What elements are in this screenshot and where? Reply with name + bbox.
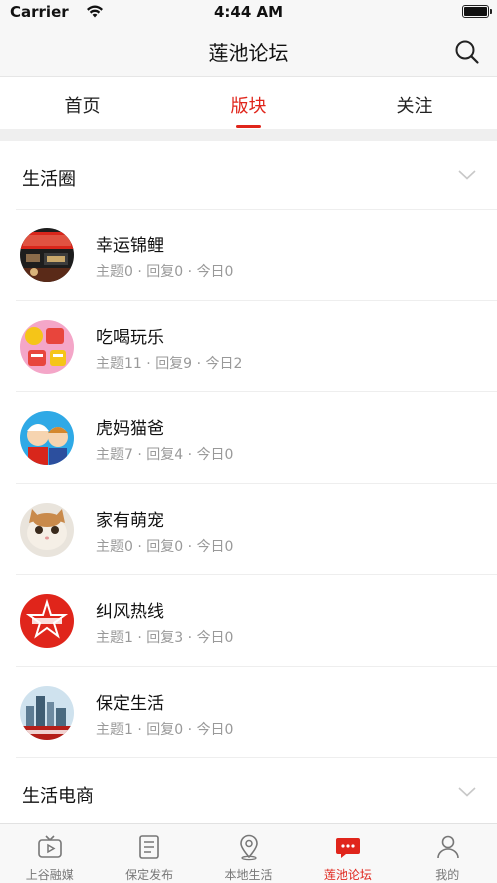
today-count: 今日0: [196, 538, 234, 555]
section-divider: [0, 129, 497, 141]
bottom-tab-bar: 上谷融媒 保定发布 本地生活 莲池论坛 我的: [0, 823, 497, 883]
search-icon[interactable]: [454, 39, 480, 65]
separator: ·: [187, 538, 193, 555]
tab-label: 版块: [230, 96, 267, 117]
forum-name: 吃喝玩乐: [96, 327, 164, 348]
navigation-bar: 莲池论坛: [0, 24, 497, 77]
separator: ·: [137, 538, 142, 555]
reply-count: 回复4: [146, 447, 184, 463]
person-icon: [436, 835, 459, 859]
separator: ·: [146, 355, 151, 372]
forum-name: 幸运锦鲤: [96, 236, 164, 256]
forum-name: 保定生活: [96, 693, 164, 714]
tab-label: 首页: [64, 96, 101, 117]
forum-name: 家有萌宠: [96, 510, 164, 531]
page-title: 莲池论坛: [208, 41, 289, 65]
reply-count: 回复3: [146, 630, 184, 646]
reply-count: 回复9: [155, 355, 193, 372]
tabbar-item-lianchi-forum[interactable]: 莲池论坛: [298, 824, 397, 883]
forum-item-tiger-mom-cat-dad[interactable]: 虎妈猫爸 主题7 · 回复4 · 今日0: [0, 392, 497, 484]
tabbar-label: 本地生活: [224, 868, 273, 882]
clock-label: 4:44 AM: [213, 3, 284, 21]
separator: ·: [196, 355, 202, 372]
separator: ·: [137, 447, 142, 463]
tabbar-item-media[interactable]: 上谷融媒: [0, 824, 99, 883]
forum-stats: 主题0 · 回复0 · 今日0: [96, 536, 233, 556]
location-pin-icon: [239, 834, 258, 861]
forum-stats: 主题11 · 回复9 · 今日2: [96, 353, 242, 373]
forum-item-baoding-life[interactable]: 保定生活 主题1 · 回复0 · 今日0: [0, 667, 497, 758]
separator: ·: [187, 447, 193, 463]
tabbar-label: 莲池论坛: [323, 868, 372, 882]
reply-count: 回复0: [146, 721, 184, 738]
today-count: 今日0: [196, 447, 234, 463]
topic-count: 主题1: [96, 721, 133, 738]
tab-home[interactable]: 首页: [0, 77, 165, 129]
status-bar: Carrier 4:44 AM: [0, 0, 497, 24]
tab-follow[interactable]: 关注: [332, 77, 497, 129]
tv-icon: [38, 835, 62, 858]
tabbar-item-local-life[interactable]: 本地生活: [199, 824, 298, 883]
forum-item-food-fun[interactable]: 吃喝玩乐 主题11 · 回复9 · 今日2: [0, 301, 497, 392]
forum-name: 纠风热线: [96, 602, 164, 622]
section-title: 生活圈: [22, 169, 76, 190]
today-count: 今日2: [205, 355, 243, 372]
tabbar-label: 上谷融媒: [25, 868, 74, 882]
document-list-icon: [139, 835, 160, 859]
forum-item-hotline[interactable]: 纠风热线 主题1 · 回复3 · 今日0: [0, 575, 497, 667]
reply-count: 回复0: [146, 538, 184, 555]
separator: ·: [137, 630, 142, 646]
cat-photo-avatar: [20, 502, 74, 557]
divider: [16, 757, 497, 758]
section-header-life-ecommerce[interactable]: 生活电商: [0, 760, 497, 826]
category-tabs: 首页 版块 关注: [0, 77, 497, 129]
forum-stats: 主题7 · 回复4 · 今日0: [96, 444, 233, 464]
hotline-logo-avatar: [20, 594, 74, 648]
topic-count: 主题1: [96, 630, 133, 646]
separator: ·: [187, 721, 193, 738]
forum-name: 虎妈猫爸: [96, 419, 164, 439]
forum-item-lucky-koi[interactable]: 幸运锦鲤 主题0 · 回复0 · 今日0: [0, 209, 497, 301]
separator: ·: [137, 264, 142, 280]
forum-stats: 主题0 · 回复0 · 今日0: [96, 261, 233, 281]
city-skyline-avatar: [20, 685, 74, 740]
section-header-life-circle[interactable]: 生活圈: [0, 143, 497, 209]
tabbar-label: 保定发布: [125, 868, 174, 882]
separator: ·: [187, 630, 193, 646]
battery-icon: [462, 5, 492, 18]
section-title: 生活电商: [22, 786, 94, 807]
tabbar-label: 我的: [435, 868, 460, 882]
separator: ·: [137, 721, 142, 738]
today-count: 今日0: [196, 264, 234, 280]
active-tab-indicator: [236, 125, 261, 128]
separator: ·: [187, 264, 193, 280]
tab-label: 关注: [396, 96, 433, 117]
parents-cartoon-avatar: [20, 411, 74, 465]
lottery-avatar: [20, 228, 74, 282]
topic-count: 主题11: [96, 355, 142, 372]
topic-count: 主题7: [96, 447, 133, 463]
food-fun-avatar: [20, 319, 74, 374]
forum-stats: 主题1 · 回复3 · 今日0: [96, 627, 233, 647]
tabbar-item-release[interactable]: 保定发布: [99, 824, 198, 883]
reply-count: 回复0: [146, 264, 184, 280]
today-count: 今日0: [196, 721, 234, 738]
topic-count: 主题0: [96, 264, 133, 280]
chevron-down-icon: [458, 170, 476, 180]
tabbar-item-mine[interactable]: 我的: [398, 824, 497, 883]
today-count: 今日0: [196, 630, 234, 646]
forum-item-cute-pets[interactable]: 家有萌宠 主题0 · 回复0 · 今日0: [0, 484, 497, 575]
chevron-down-icon: [458, 787, 476, 797]
forum-list: 幸运锦鲤 主题0 · 回复0 · 今日0 吃喝玩乐 主题11 · 回复9 · 今…: [0, 209, 497, 758]
forum-stats: 主题1 · 回复0 · 今日0: [96, 719, 233, 739]
tab-boards[interactable]: 版块: [166, 77, 331, 129]
topic-count: 主题0: [96, 538, 133, 555]
chat-bubble-icon: [336, 838, 361, 858]
